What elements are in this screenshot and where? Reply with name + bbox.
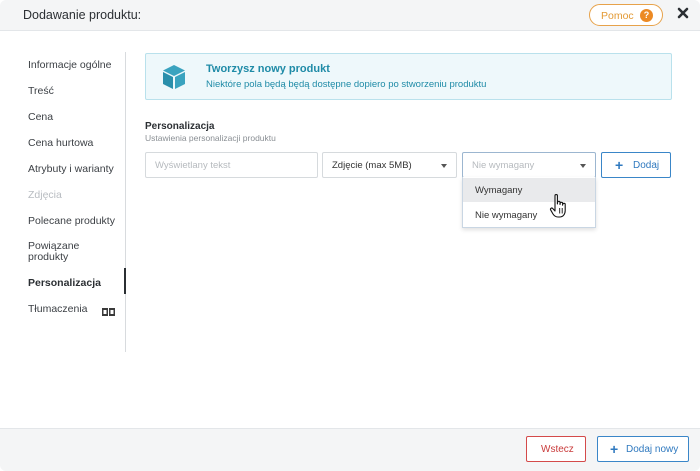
sidebar-item-general-info[interactable]: Informacje ogólne <box>28 59 111 71</box>
required-select[interactable]: Nie wymagany <box>462 152 596 178</box>
sidebar-nav: Informacje ogólne Treść Cena Cena hurtow… <box>0 52 126 352</box>
sidebar-item-attributes-variants[interactable]: Atrybuty i warianty <box>28 163 114 175</box>
dropdown-option-label: Wymagany <box>475 185 523 196</box>
section-title: Personalizacja <box>145 121 215 132</box>
add-new-button[interactable]: + Dodaj nowy <box>597 436 689 462</box>
chevron-down-icon <box>441 164 447 168</box>
back-button[interactable]: Wstecz <box>526 436 586 462</box>
dropdown-option-not-required[interactable]: Nie wymagany <box>463 203 595 227</box>
add-button-label: Dodaj <box>633 160 660 171</box>
sidebar-item-price[interactable]: Cena <box>28 111 53 123</box>
package-icon <box>163 65 185 89</box>
sidebar-item-related-products[interactable]: Powiązane produkty <box>28 241 106 263</box>
help-button[interactable]: Pomoc ? <box>589 4 663 26</box>
info-banner: Tworzysz nowy produkt Niektóre pola będą… <box>145 53 672 100</box>
sidebar-item-photos: Zdjęcia <box>28 189 62 201</box>
plus-icon: + <box>615 157 624 173</box>
add-product-modal: Dodawanie produktu: Pomoc ? Informacje o… <box>0 0 700 471</box>
required-select-value: Nie wymagany <box>472 160 535 171</box>
modal-title: Dodawanie produktu: <box>23 8 142 22</box>
sidebar-item-recommended-products[interactable]: Polecane produkty <box>28 215 115 227</box>
close-icon[interactable] <box>676 6 690 20</box>
modal-footer <box>0 428 700 471</box>
back-button-label: Wstecz <box>541 444 574 455</box>
plus-icon: + <box>610 441 619 457</box>
sidebar-item-content[interactable]: Treść <box>28 85 54 97</box>
modal-header: Dodawanie produktu: Pomoc ? <box>0 0 700 31</box>
type-select[interactable]: Zdjęcie (max 5MB) <box>322 152 457 178</box>
sidebar-item-personalization[interactable]: Personalizacja <box>28 277 101 289</box>
section-subtitle: Ustawienia personalizacji produktu <box>145 133 276 143</box>
translation-flags-icon <box>102 308 115 316</box>
dropdown-option-label: Nie wymagany <box>475 210 538 221</box>
add-new-button-label: Dodaj nowy <box>626 444 679 455</box>
active-indicator <box>124 268 126 294</box>
display-text-placeholder: Wyświetlany tekst <box>155 160 231 171</box>
chevron-down-icon <box>580 164 586 168</box>
dropdown-option-required[interactable]: Wymagany <box>463 178 595 202</box>
display-text-input[interactable]: Wyświetlany tekst <box>145 152 318 178</box>
hand-pointer-cursor-icon <box>549 194 566 218</box>
required-dropdown-menu: Wymagany Nie wymagany <box>462 177 596 228</box>
add-button[interactable]: + Dodaj <box>601 152 671 178</box>
type-select-value: Zdjęcie (max 5MB) <box>332 160 412 171</box>
info-text: Niektóre pola będą będą dostępne dopiero… <box>206 79 487 90</box>
info-title: Tworzysz nowy produkt <box>206 63 330 75</box>
question-icon: ? <box>640 9 653 22</box>
sidebar-item-wholesale-price[interactable]: Cena hurtowa <box>28 137 93 149</box>
sidebar-item-translations[interactable]: Tłumaczenia <box>28 303 88 315</box>
help-label: Pomoc <box>601 10 634 22</box>
